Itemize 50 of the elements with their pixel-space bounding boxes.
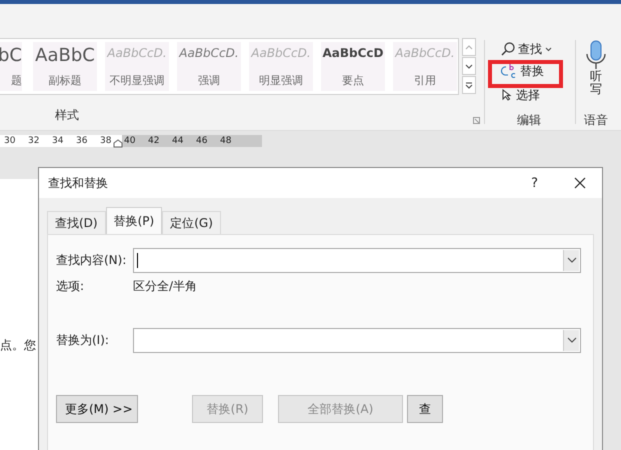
tab[interactable]: 定位(G) — [162, 211, 221, 234]
document-text: 点。您 — [0, 337, 36, 354]
style-item[interactable]: bC 题 — [0, 42, 22, 91]
style-item[interactable]: AaBbCcD 要点 — [321, 42, 385, 91]
style-item[interactable]: AaBbCcD. 引用 — [393, 42, 457, 91]
style-item[interactable]: AaBbCcD. 不明显强调 — [105, 42, 169, 91]
style-sample: AaBbC — [35, 46, 95, 66]
style-name: 明显强调 — [259, 73, 303, 88]
style-item[interactable]: AaBbCcD. 明显强调 — [249, 42, 313, 91]
style-sample: AaBbCcD — [322, 46, 384, 60]
field-label: 查找内容(N): — [56, 252, 128, 268]
style-name: 不明显强调 — [110, 73, 164, 88]
style-name: 副标题 — [48, 73, 82, 88]
ruler-number: 34 — [52, 135, 63, 147]
style-sample: AaBbCcD. — [107, 46, 167, 60]
group-label: 语音 — [584, 112, 608, 129]
find-button[interactable]: 查找 — [501, 40, 552, 58]
ruler-number: 42 — [148, 135, 159, 147]
dictate-button[interactable]: 听写 — [585, 40, 607, 112]
options-label: 选项: — [56, 278, 86, 294]
ruler-number: 46 — [196, 135, 207, 147]
ruler-number: 30 — [4, 135, 15, 147]
select-button[interactable]: 选择 — [501, 86, 540, 104]
group-label: 编辑 — [517, 112, 542, 129]
group-label: 样式 — [55, 107, 79, 124]
style-item[interactable]: AaBbC 副标题 — [33, 42, 97, 91]
style-sample: AaBbCcD. — [179, 46, 239, 60]
style-sample: AaBbCcD. — [251, 46, 311, 60]
dialog-title: 查找和替换 — [48, 174, 109, 192]
ruler-number: 44 — [172, 135, 183, 147]
style-name: 强调 — [198, 73, 220, 88]
field-label: 替换为(I): — [56, 332, 110, 348]
more-button[interactable]: 更多(M) >> — [56, 395, 138, 423]
help-button[interactable]: ? — [531, 176, 538, 190]
ruler-number: 40 — [124, 135, 135, 147]
style-sample: bC — [0, 46, 22, 66]
tab[interactable]: 查找(D) — [47, 211, 106, 234]
style-name: 题 — [11, 73, 22, 88]
style-item[interactable]: AaBbCcD. 强调 — [177, 42, 241, 91]
action-button[interactable]: 查 — [407, 395, 443, 423]
style-name: 要点 — [342, 73, 364, 88]
style-sample: AaBbCcD. — [395, 46, 455, 60]
style-name: 引用 — [414, 73, 436, 88]
replace-button[interactable]: 替换 — [501, 62, 544, 80]
ruler-number: 48 — [220, 135, 231, 147]
ruler-number: 32 — [28, 135, 39, 147]
ruler-number: 36 — [76, 135, 87, 147]
tab[interactable]: 替换(P) — [106, 207, 162, 234]
ruler-number: 38 — [100, 135, 111, 147]
options-value: 区分全/半角 — [133, 278, 198, 294]
